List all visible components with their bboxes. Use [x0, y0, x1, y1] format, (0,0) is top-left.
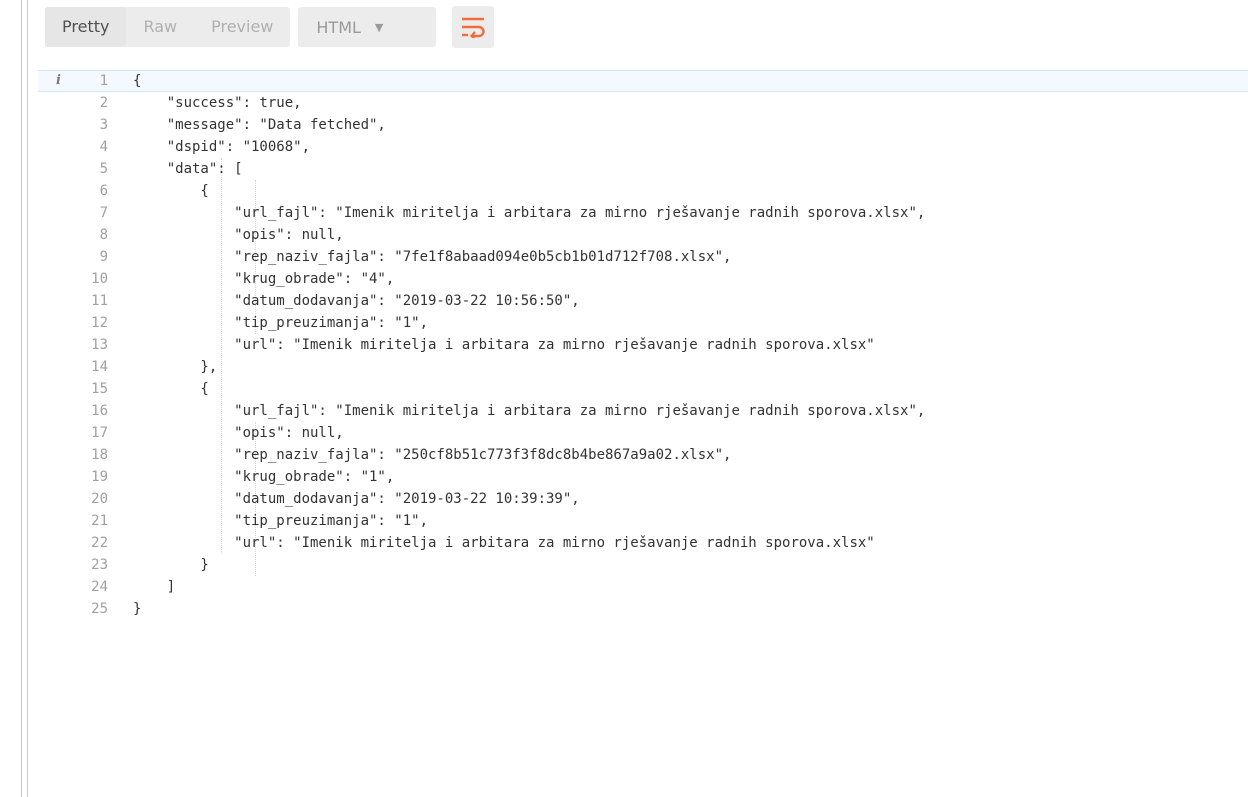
code-text: "success": true,: [133, 95, 302, 111]
response-body-editor[interactable]: i 1{2 "success": true, 3 "message": "Data…: [38, 70, 1248, 797]
line-number: 15: [91, 381, 108, 397]
code-line: 10 "krug_obrade": "4",: [38, 268, 1248, 290]
tab-raw[interactable]: Raw: [126, 7, 194, 47]
code-line: 25}: [38, 598, 1248, 620]
code-text: "tip_preuzimanja": "1",: [133, 513, 429, 529]
view-mode-tabs: Pretty Raw Preview: [45, 7, 291, 47]
code-text: {: [133, 381, 209, 397]
code-line: 21 "tip_preuzimanja": "1",: [38, 510, 1248, 532]
format-select-value: HTML: [316, 17, 361, 37]
code-line: 24 ]: [38, 576, 1248, 598]
code-line: 5 "data": [: [38, 158, 1248, 180]
format-select[interactable]: HTML ▼: [298, 7, 437, 47]
left-rail: [0, 0, 38, 797]
line-number: 14: [91, 359, 108, 375]
code-line: 13 "url": "Imenik miritelja i arbitara z…: [38, 334, 1248, 356]
code-line: 17 "opis": null,: [38, 422, 1248, 444]
line-number: 18: [91, 447, 108, 463]
line-number: 20: [91, 491, 108, 507]
code-text: "rep_naziv_fajla": "7fe1f8abaad094e0b5cb…: [133, 249, 732, 265]
code-text: },: [133, 359, 218, 375]
response-toolbar: Pretty Raw Preview HTML ▼: [45, 6, 495, 48]
tab-preview[interactable]: Preview: [194, 7, 290, 47]
line-number: 6: [99, 183, 108, 199]
code-text: {: [133, 183, 209, 199]
code-text: "url": "Imenik miritelja i arbitara za m…: [133, 337, 875, 353]
code-text: "dspid": "10068",: [133, 139, 311, 155]
line-number: 16: [91, 403, 108, 419]
line-number: 11: [91, 293, 108, 309]
code-line: 22 "url": "Imenik miritelja i arbitara z…: [38, 532, 1248, 554]
code-line: 1{: [38, 70, 1248, 92]
line-number: 17: [91, 425, 108, 441]
chevron-down-icon: ▼: [374, 20, 384, 34]
code-text: "url": "Imenik miritelja i arbitara za m…: [133, 535, 875, 551]
line-number: 19: [91, 469, 108, 485]
tab-pretty[interactable]: Pretty: [45, 7, 127, 47]
line-number: 25: [91, 601, 108, 617]
line-number: 3: [99, 117, 108, 133]
code-line: 19 "krug_obrade": "1",: [38, 466, 1248, 488]
rail-divider: [27, 0, 28, 797]
code-line: 9 "rep_naziv_fajla": "7fe1f8abaad094e0b5…: [38, 246, 1248, 268]
code-line: 7 "url_fajl": "Imenik miritelja i arbita…: [38, 202, 1248, 224]
code-text: {: [133, 73, 142, 89]
code-line: 6 {: [38, 180, 1248, 202]
code-text: "data": [: [133, 161, 243, 177]
line-number: 23: [91, 557, 108, 573]
code-text: "krug_obrade": "1",: [133, 469, 395, 485]
line-number: 1: [99, 73, 108, 89]
code-line: 14 },: [38, 356, 1248, 378]
wrap-lines-button[interactable]: [452, 6, 495, 48]
code-text: }: [133, 601, 142, 617]
code-line: 2 "success": true,: [38, 92, 1248, 114]
code-text: "message": "Data fetched",: [133, 117, 386, 133]
code-line: 23 }: [38, 554, 1248, 576]
line-number: 2: [99, 95, 108, 111]
line-number: 13: [91, 337, 108, 353]
code-line: 3 "message": "Data fetched",: [38, 114, 1248, 136]
line-number: 5: [99, 161, 108, 177]
line-number: 4: [99, 139, 108, 155]
code-line: 20 "datum_dodavanja": "2019-03-22 10:39:…: [38, 488, 1248, 510]
code-line: 15 {: [38, 378, 1248, 400]
line-number: 7: [99, 205, 108, 221]
code-text: "url_fajl": "Imenik miritelja i arbitara…: [133, 403, 926, 419]
line-number: 8: [99, 227, 108, 243]
line-number: 24: [91, 579, 108, 595]
code-line: 16 "url_fajl": "Imenik miritelja i arbit…: [38, 400, 1248, 422]
code-line: 12 "tip_preuzimanja": "1",: [38, 312, 1248, 334]
line-number: 10: [91, 271, 108, 287]
line-number: 12: [91, 315, 108, 331]
code-text: }: [133, 557, 209, 573]
code-text: "datum_dodavanja": "2019-03-22 10:39:39"…: [133, 491, 580, 507]
code-line: 8 "opis": null,: [38, 224, 1248, 246]
code-line: 11 "datum_dodavanja": "2019-03-22 10:56:…: [38, 290, 1248, 312]
line-number: 9: [99, 249, 108, 265]
rail-divider: [21, 0, 22, 797]
code-line: 18 "rep_naziv_fajla": "250cf8b51c773f3f8…: [38, 444, 1248, 466]
code-text: "rep_naziv_fajla": "250cf8b51c773f3f8dc8…: [133, 447, 732, 463]
code-text: "datum_dodavanja": "2019-03-22 10:56:50"…: [133, 293, 580, 309]
code-text: "url_fajl": "Imenik miritelja i arbitara…: [133, 205, 926, 221]
code-line: 4 "dspid": "10068",: [38, 136, 1248, 158]
code-text: "krug_obrade": "4",: [133, 271, 395, 287]
line-number: 22: [91, 535, 108, 551]
code-text: ]: [133, 579, 176, 595]
code-text: "tip_preuzimanja": "1",: [133, 315, 429, 331]
wrap-lines-icon: [462, 17, 486, 38]
line-number: 21: [91, 513, 108, 529]
code-text: "opis": null,: [133, 425, 344, 441]
code-text: "opis": null,: [133, 227, 344, 243]
